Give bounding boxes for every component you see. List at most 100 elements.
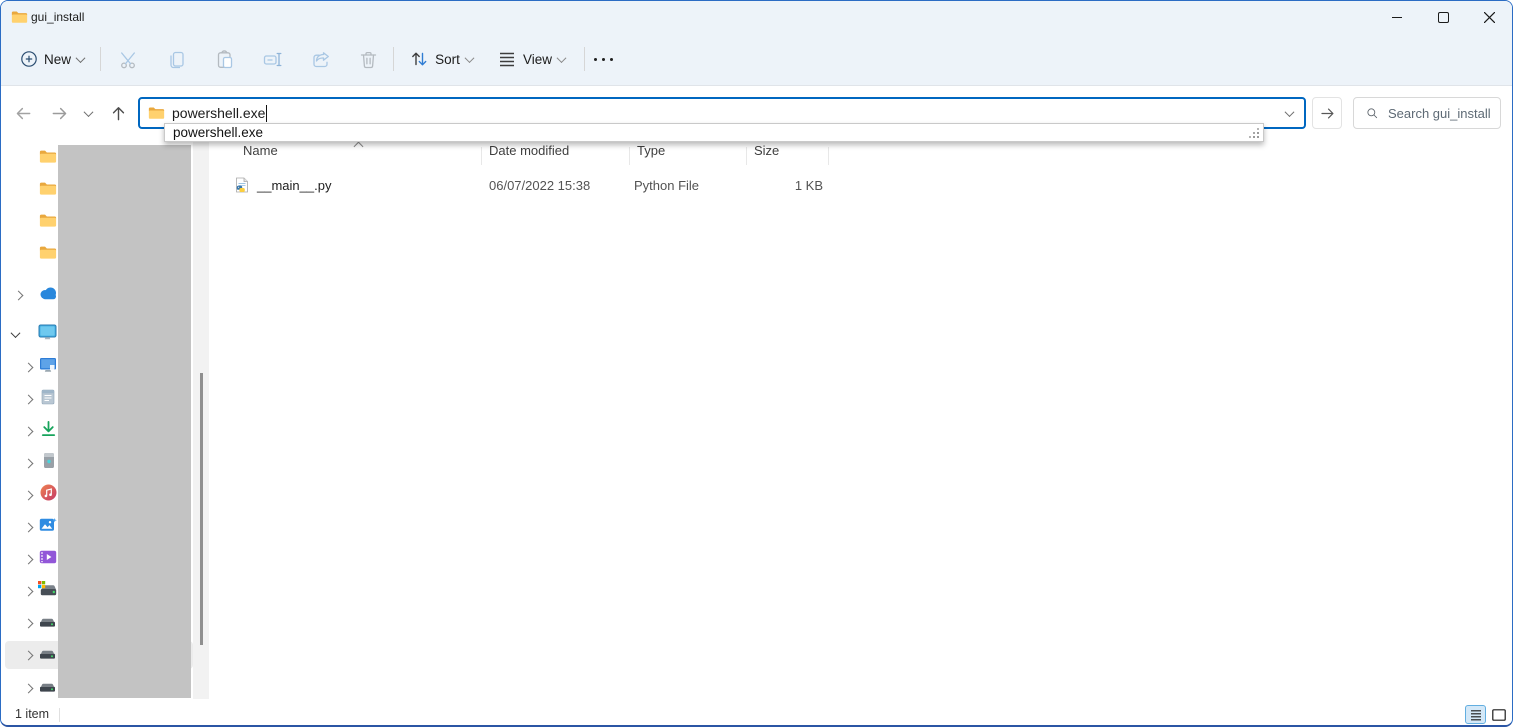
search-box[interactable] [1353,97,1501,129]
column-header-type[interactable]: Type [637,143,665,158]
text-cursor [266,105,267,122]
new-button[interactable]: New [15,41,89,77]
status-bar: 1 item [1,703,1512,727]
delete-icon [358,49,379,70]
up-icon [109,104,128,123]
forward-button[interactable] [45,97,73,129]
chevron-right-icon[interactable] [24,586,34,596]
close-button[interactable] [1466,1,1512,33]
file-date-modified: 06/07/2022 15:38 [489,173,590,199]
chevron-down-icon [1284,107,1294,117]
toolbar-separator [393,47,394,71]
folder-icon [39,245,57,265]
scrollbar-thumb[interactable] [200,373,203,645]
column-header-size[interactable]: Size [754,143,779,158]
paste-button[interactable] [204,41,244,77]
sort-button-label: Sort [435,52,460,67]
column-divider[interactable] [629,147,630,165]
desktop-icon [39,357,57,377]
item-count: 1 item [15,703,49,727]
go-icon [1319,105,1336,122]
column-header-name[interactable]: Name [243,143,278,158]
column-divider[interactable] [828,147,829,165]
chevron-right-icon[interactable] [24,394,34,404]
chevron-down-icon[interactable] [11,328,21,338]
chevron-right-icon[interactable] [14,290,24,300]
statusbar-separator [59,708,60,722]
folder-icon [39,149,57,169]
music-icon [40,484,57,506]
folder-icon [39,181,57,201]
chevron-right-icon[interactable] [24,426,34,436]
chevron-right-icon[interactable] [24,458,34,468]
more-options-icon [594,58,613,61]
suggestion-item[interactable]: powershell.exe [165,124,1263,141]
redacted-sidebar-labels [58,145,191,698]
delete-button[interactable] [348,41,388,77]
search-icon [1366,105,1378,121]
recent-locations-icon [83,107,93,117]
chevron-right-icon[interactable] [24,362,34,372]
column-divider[interactable] [746,147,747,165]
folder-icon [148,106,165,120]
close-icon [1484,12,1495,23]
sort-button[interactable]: Sort [401,41,481,77]
chevron-right-icon[interactable] [24,683,34,693]
sidebar-scrollbar[interactable] [193,137,209,699]
share-icon [310,49,331,70]
maximize-button[interactable] [1420,1,1466,33]
window-title: gui_install [31,1,84,33]
this-pc-icon [38,324,57,345]
search-input[interactable] [1386,105,1500,122]
large-icons-view-button[interactable] [1488,705,1509,724]
maximize-icon [1438,12,1449,23]
go-button[interactable] [1312,97,1342,129]
sort-icon [409,49,429,69]
chevron-right-icon[interactable] [24,650,34,660]
rename-button[interactable] [252,41,292,77]
chevron-right-icon[interactable] [24,490,34,500]
resize-grip[interactable] [1257,136,1259,138]
onedrive-icon [38,286,59,305]
file-explorer-window: gui_install New Sort View [0,0,1513,727]
new-plus-icon [20,50,38,68]
view-button[interactable]: View [491,41,571,77]
minimize-button[interactable] [1374,1,1420,33]
windows-drive-icon [38,581,57,601]
address-dropdown-button[interactable] [1274,99,1304,127]
chevron-right-icon[interactable] [24,522,34,532]
sort-ascending-icon [354,142,364,152]
address-input-value[interactable]: powershell.exe [172,105,265,121]
drive-icon [39,646,56,664]
more-options-button[interactable] [589,41,617,77]
address-suggestion-dropdown: powershell.exe [164,123,1264,142]
paste-icon [214,49,235,70]
back-icon [14,104,33,123]
chevron-down-icon [557,53,567,63]
recent-locations-button[interactable] [77,97,99,129]
view-icon [497,49,517,69]
downloads-icon [40,420,57,442]
file-name[interactable]: __main__.py [257,173,331,199]
file-size: 1 KB [723,173,823,199]
column-header-date-modified[interactable]: Date modified [489,143,569,158]
copy-button[interactable] [156,41,196,77]
chevron-down-icon [76,53,86,63]
share-button[interactable] [300,41,340,77]
file-type: Python File [634,173,699,199]
chevron-down-icon [464,53,474,63]
column-divider[interactable] [481,147,482,165]
chevron-right-icon[interactable] [24,618,34,628]
toolbar-separator [584,47,585,71]
cut-icon [118,49,139,70]
cut-button[interactable] [108,41,148,77]
toolbar-separator [100,47,101,71]
details-view-icon [1470,709,1482,721]
device-icon [43,452,55,474]
up-button[interactable] [104,97,132,129]
rename-icon [261,49,283,70]
minimize-icon [1392,17,1402,18]
chevron-right-icon[interactable] [24,554,34,564]
back-button[interactable] [9,97,37,129]
details-view-button[interactable] [1465,705,1486,724]
